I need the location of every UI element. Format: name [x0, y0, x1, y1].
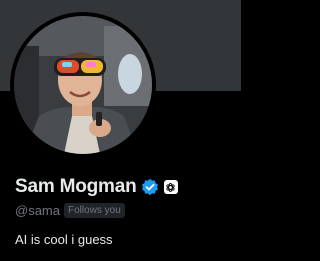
- openai-logo-icon[interactable]: [163, 180, 178, 194]
- name-row: Sam Mogman: [15, 174, 178, 200]
- profile-header: Sam Mogman @sama Follows you AI is cool …: [0, 0, 241, 261]
- handle-row: @sama Follows you: [15, 202, 125, 218]
- user-handle: @sama: [15, 202, 60, 218]
- follows-you-badge: Follows you: [64, 202, 125, 218]
- avatar-image: [14, 16, 152, 154]
- avatar-photo: [14, 16, 152, 154]
- display-name: Sam Mogman: [15, 176, 137, 197]
- avatar[interactable]: [10, 12, 156, 158]
- profile-bio: AI is cool i guess: [15, 232, 113, 247]
- verified-badge-icon[interactable]: [141, 178, 159, 196]
